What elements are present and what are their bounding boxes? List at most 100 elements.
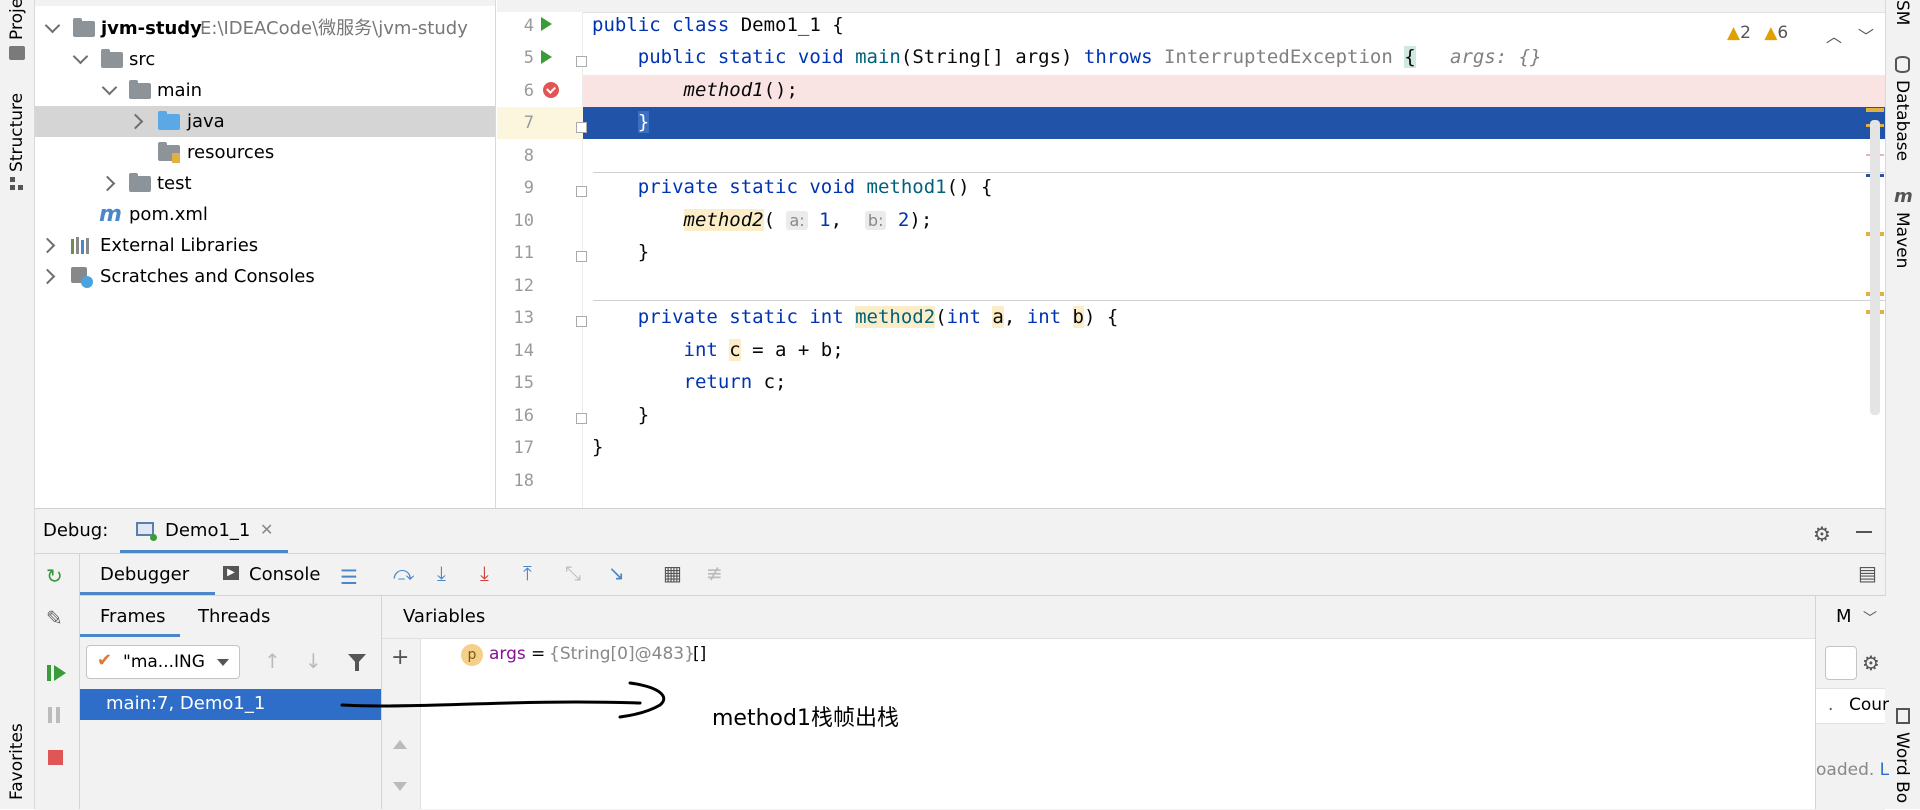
fold-icon[interactable] <box>576 186 587 197</box>
tab-debugger[interactable]: Debugger <box>100 564 189 585</box>
fold-icon[interactable] <box>576 316 587 327</box>
chevron-down-icon[interactable] <box>44 17 61 34</box>
evaluate-expression-icon[interactable]: ▦ <box>663 563 682 583</box>
run-main-icon[interactable] <box>541 50 552 64</box>
trace-streams-icon[interactable]: ≢ <box>706 563 723 583</box>
tree-item-java[interactable]: java <box>35 106 495 137</box>
fold-icon[interactable] <box>576 413 587 424</box>
wordbook-tool-tab[interactable]: Word Bo <box>1892 732 1912 803</box>
tree-root-jvm-study[interactable]: jvm-study E:\IDEACode\微服务\jvm-study <box>35 13 495 44</box>
tree-item-main[interactable]: main <box>35 75 495 106</box>
memory-dots: . <box>1828 695 1834 715</box>
warnings-count-b: 6 <box>1777 23 1789 43</box>
rerun-icon[interactable]: ↻ <box>46 566 63 586</box>
stop-icon[interactable] <box>48 750 63 765</box>
database-tool-tab[interactable]: Database <box>1892 80 1912 161</box>
thread-selector[interactable]: ✔ "ma...ING <box>86 645 240 679</box>
show-execution-point-icon[interactable]: ⤼ <box>393 563 414 583</box>
tree-item-scratches[interactable]: Scratches and Consoles <box>35 261 495 292</box>
gear-icon[interactable]: ⚙ <box>1813 522 1831 546</box>
code-line-15[interactable]: return c; <box>592 371 787 393</box>
code-line-17[interactable]: } <box>592 436 603 458</box>
layout-icon[interactable]: ▤ <box>1858 563 1877 583</box>
code-line-7[interactable]: } <box>592 111 650 133</box>
pause-icon[interactable] <box>48 707 52 723</box>
tree-item-test[interactable]: test <box>35 168 495 199</box>
tree-item-src[interactable]: src <box>35 44 495 75</box>
maven-tool-tab[interactable]: Maven <box>1892 212 1912 268</box>
project-tool-tab[interactable]: Proje <box>7 0 27 40</box>
memory-tab[interactable]: M <box>1836 606 1852 627</box>
resume-icon-arrow[interactable] <box>54 665 66 681</box>
fold-icon[interactable] <box>576 251 587 262</box>
tab-console[interactable]: Console <box>249 564 320 585</box>
debug-session-tab[interactable]: Demo1_1 ✕ <box>120 510 288 553</box>
force-step-into-icon[interactable]: ⤓ <box>480 563 489 583</box>
up-arrow-icon[interactable]: ↑ <box>264 651 281 671</box>
drop-frame-icon[interactable]: ⤡ <box>565 563 581 583</box>
down-arrow-icon[interactable]: ↓ <box>305 651 322 671</box>
move-down-icon[interactable] <box>393 782 407 791</box>
memory-count-header[interactable]: Cour <box>1849 695 1889 715</box>
tab-frames[interactable]: Frames <box>100 606 165 627</box>
line-number: 6 <box>523 81 534 101</box>
run-class-icon[interactable] <box>541 17 552 31</box>
code-line-14[interactable]: int c = a + b; <box>592 339 844 361</box>
structure-tool-tab[interactable]: Structure <box>7 93 27 172</box>
code-line-6[interactable]: method1(); <box>592 79 798 101</box>
chevron-right-icon[interactable] <box>39 237 56 254</box>
error-stripe-marker[interactable] <box>1866 108 1884 112</box>
code-line-9[interactable]: private static void method1() { <box>592 176 993 198</box>
fold-icon[interactable] <box>576 122 587 133</box>
chevron-right-icon[interactable] <box>99 175 116 192</box>
tree-item-resources[interactable]: resources <box>35 137 495 168</box>
variable-row-args[interactable]: p args = {String[0]@483} [] <box>421 639 1815 671</box>
chevron-right-icon[interactable] <box>39 268 56 285</box>
sm-tool-tab[interactable]: SM <box>1892 0 1912 25</box>
code-line-5[interactable]: public static void main(String[] args) t… <box>592 46 1542 68</box>
menu-icon[interactable]: ☰ <box>340 565 358 589</box>
editor-scrollbar[interactable] <box>1870 120 1880 415</box>
inline-value-hint: args: {} <box>1450 46 1542 68</box>
tree-item-external-libraries[interactable]: External Libraries <box>35 230 495 261</box>
tree-item-pom[interactable]: m pom.xml <box>35 199 495 230</box>
warnings-indicator[interactable]: ▲2 ▲6 <box>1727 23 1788 43</box>
tree-label: External Libraries <box>100 235 259 256</box>
favorites-tool-tab[interactable]: Favorites <box>7 723 27 800</box>
editor-tabs-edge <box>497 0 1885 13</box>
chevron-down-icon[interactable] <box>101 79 118 96</box>
code-line-4[interactable]: public class Demo1_1 { <box>592 14 844 36</box>
variables-header-bar <box>382 596 1815 639</box>
source-folder-icon <box>158 111 180 130</box>
memory-settings-icon[interactable]: ⚙ <box>1862 651 1880 675</box>
line-number: 16 <box>513 406 534 426</box>
code-line-16[interactable]: } <box>592 404 649 426</box>
memory-load-link[interactable]: L <box>1880 760 1889 780</box>
variable-name: args <box>489 644 526 664</box>
step-over-icon[interactable]: ⤓ <box>437 563 446 583</box>
memory-search-input[interactable] <box>1825 646 1857 680</box>
console-icon: ▶ <box>223 566 239 580</box>
chevron-down-icon[interactable] <box>72 48 89 65</box>
minimize-icon[interactable] <box>1856 531 1872 533</box>
next-highlight-icon[interactable]: ﹀ <box>1858 23 1874 47</box>
chevron-down-icon[interactable]: ﹀ <box>1863 608 1877 628</box>
close-tab-icon[interactable]: ✕ <box>260 520 273 539</box>
debug-actions-column <box>35 554 80 809</box>
tab-threads[interactable]: Threads <box>198 606 270 627</box>
fold-icon[interactable] <box>576 56 587 67</box>
chevron-right-icon[interactable] <box>127 113 144 130</box>
line-number: 17 <box>513 438 534 458</box>
move-up-icon[interactable] <box>393 740 407 749</box>
step-out-icon[interactable]: ⤒ <box>523 563 532 583</box>
run-to-cursor-icon[interactable]: ↘ <box>608 563 625 583</box>
resume-icon[interactable] <box>47 665 51 681</box>
wrench-icon[interactable]: ✎ <box>46 608 63 628</box>
code-line-13[interactable]: private static int method2(int a, int b)… <box>592 306 1118 328</box>
code-line-10[interactable]: method2( a: 1, b: 2); <box>592 209 932 231</box>
folder-icon <box>129 173 151 192</box>
line-number: 8 <box>523 146 534 166</box>
code-line-11[interactable]: } <box>592 241 649 263</box>
previous-highlight-icon[interactable]: ︿ <box>1826 23 1842 47</box>
add-watch-icon[interactable]: + <box>391 647 409 669</box>
